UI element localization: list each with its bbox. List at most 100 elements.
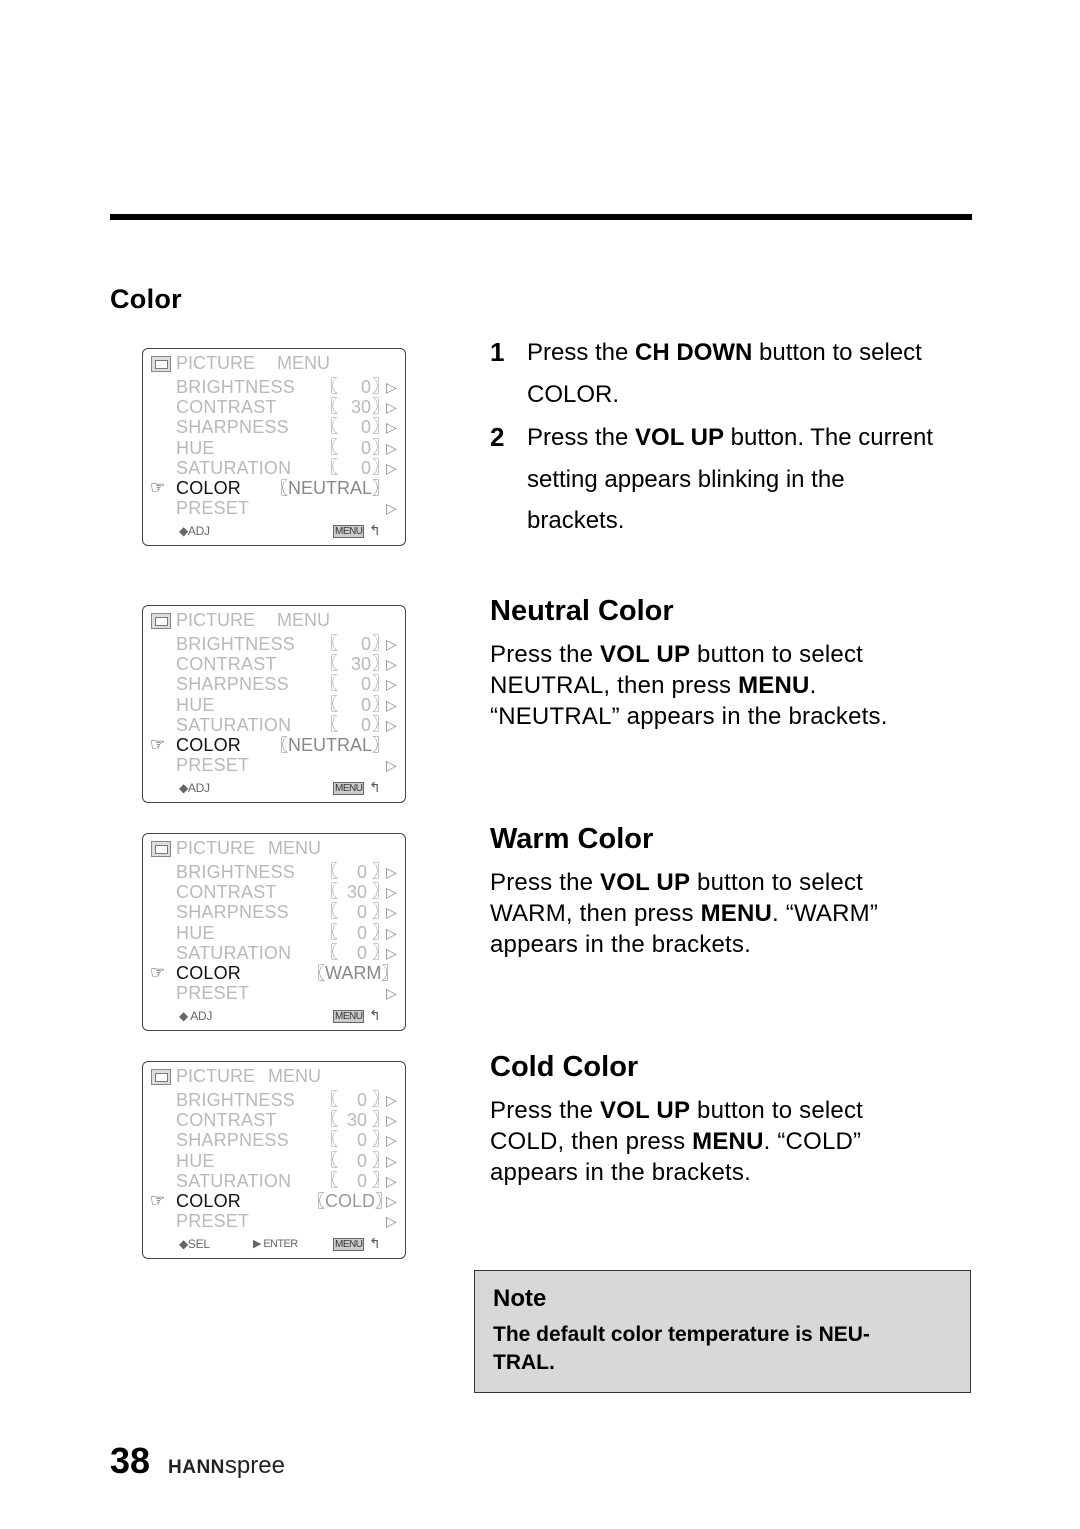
osd-text: BRIGHTNESS bbox=[176, 634, 296, 654]
paragraph-neutral-color: Press the VOL UP button to select NEUTRA… bbox=[490, 641, 888, 730]
bracket-left: 〖 bbox=[321, 654, 338, 674]
arrow-right-icon: ▷ bbox=[386, 884, 397, 901]
menu-key-icon: MENU bbox=[333, 1238, 365, 1251]
arrow-right-icon: ▷ bbox=[386, 944, 397, 961]
osd-text: 〖 bbox=[271, 479, 288, 498]
step-text: Press the VOL UP button. The current set… bbox=[527, 424, 933, 534]
bracket-left: 〖 bbox=[321, 902, 338, 922]
osd-row-sharpness: SHARPNESS 〖 0 〗 ▷ bbox=[143, 417, 405, 437]
arrow-right-icon: ▷ bbox=[386, 636, 397, 652]
paragraph-warm-color: Press the VOL UP button to select WARM, … bbox=[490, 869, 879, 958]
osd-hint-adjust: ◆ADJ bbox=[179, 524, 210, 538]
osd-row-sharpness: SHARPNESS 〖 0 〗 ▷ bbox=[143, 674, 405, 694]
osd-text: PRESET bbox=[176, 755, 250, 776]
picture-icon bbox=[151, 1069, 171, 1085]
arrow-right-icon: ▷ bbox=[386, 864, 397, 880]
bracket-left: 〖 bbox=[321, 377, 338, 396]
osd-text: 〖 bbox=[271, 736, 288, 755]
step-number: 2 bbox=[490, 422, 505, 452]
osd-title: PICTURE MENU bbox=[176, 610, 330, 630]
osd-text: COLOR bbox=[176, 1191, 242, 1211]
osd-value: 0 bbox=[356, 1170, 367, 1191]
osd-text: 〗 bbox=[381, 964, 399, 983]
osd-row-color: ☞ COLOR 〖COLD〗 ▷ bbox=[143, 1191, 405, 1211]
osd-text: PRESET bbox=[176, 498, 250, 519]
arrow-right-icon: ▷ bbox=[386, 1213, 397, 1230]
osd-text: 〖 bbox=[308, 964, 325, 983]
osd-value: 0 bbox=[360, 417, 371, 438]
osd-text: CONTRAST bbox=[176, 654, 277, 675]
osd-row-contrast: CONTRAST 〖 30 〗 ▷ bbox=[143, 1110, 405, 1130]
osd-row-brightness: BRIGHTNESS 〖 0 〗 ▷ bbox=[143, 862, 405, 882]
osd-value: 30 bbox=[350, 654, 371, 675]
osd-text: PICTURE bbox=[176, 353, 256, 373]
header-rule bbox=[110, 214, 972, 220]
section-title: Color bbox=[110, 284, 182, 314]
arrow-right-icon: ▷ bbox=[386, 439, 397, 456]
step-number: 1 bbox=[490, 337, 505, 367]
step-text: Press the CH DOWN button to select COLOR… bbox=[527, 339, 922, 408]
osd-value: 0 bbox=[356, 922, 367, 943]
osd-value: 0 bbox=[360, 437, 371, 458]
arrow-right-icon: ▷ bbox=[386, 1152, 397, 1169]
bracket-left: 〖 bbox=[321, 397, 338, 417]
arrow-right-icon: ▷ bbox=[386, 676, 397, 693]
color-value: 〖WARM〗 bbox=[308, 963, 398, 984]
osd-text: SHARPNESS bbox=[176, 902, 289, 923]
osd-text: MENU bbox=[268, 838, 321, 858]
osd-text: COLOR bbox=[176, 735, 242, 755]
arrow-right-icon: ▷ bbox=[386, 379, 397, 395]
arrow-right-icon: ▷ bbox=[386, 459, 397, 476]
osd-text: BRIGHTNESS bbox=[176, 377, 296, 397]
osd-text: HUE bbox=[176, 694, 215, 715]
osd-title: PICTURE MENU bbox=[176, 353, 330, 373]
note-body: The default color temperature is NEU- TR… bbox=[493, 1323, 870, 1374]
osd-row-brightness: BRIGHTNESS 〖 0 〗 ▷ bbox=[143, 377, 405, 397]
osd-row-hue: HUE 〖 0 〗 ▷ bbox=[143, 923, 405, 943]
osd-row-contrast: CONTRAST 〖 30 〗 ▷ bbox=[143, 654, 405, 674]
osd-text: SHARPNESS bbox=[176, 674, 289, 695]
pointing-hand-icon: ☞ bbox=[150, 963, 166, 982]
osd-title-row: PICTURE MENU bbox=[143, 838, 405, 858]
osd-row-preset: PRESET ▷ bbox=[143, 755, 405, 775]
paragraph-cold-color: Press the VOL UP button to select COLD, … bbox=[490, 1097, 864, 1186]
arrow-right-icon: ▷ bbox=[386, 716, 397, 733]
color-value: 〖NEUTRAL〗 bbox=[271, 735, 389, 756]
osd-text: PRESET bbox=[176, 1211, 250, 1232]
osd-title-row: PICTURE MENU bbox=[143, 1066, 405, 1086]
bracket-left: 〖 bbox=[321, 862, 338, 881]
picture-icon bbox=[151, 841, 171, 857]
osd-row-contrast: CONTRAST 〖 30 〗 ▷ bbox=[143, 397, 405, 417]
arrow-right-icon: ▷ bbox=[386, 419, 397, 436]
osd-row-color: ☞ COLOR 〖NEUTRAL〗 bbox=[143, 735, 405, 755]
osd-row-sharpness: SHARPNESS 〖 0 〗 ▷ bbox=[143, 902, 405, 922]
arrow-right-icon: ▷ bbox=[386, 399, 397, 416]
arrow-right-icon: ▷ bbox=[386, 1172, 397, 1189]
bracket-left: 〖 bbox=[321, 1110, 338, 1130]
color-value: 〖NEUTRAL〗 bbox=[271, 478, 389, 499]
osd-text: SHARPNESS bbox=[176, 1130, 289, 1151]
osd-text: CONTRAST bbox=[176, 397, 277, 418]
bracket-left: 〖 bbox=[321, 694, 338, 714]
osd-text: MENU bbox=[277, 353, 330, 373]
osd-footer: ◆ ADJ MENU ↰ bbox=[143, 1007, 405, 1025]
osd-menu-panel: PICTURE MENU BRIGHTNESS 〖 0 〗 ▷ CONTRAST 〖 30 〗 ▷ SH… bbox=[142, 1061, 406, 1259]
osd-value: 0 bbox=[356, 1150, 367, 1171]
osd-text: CONTRAST bbox=[176, 882, 277, 903]
osd-value: 0 bbox=[360, 377, 371, 397]
osd-text: PICTURE bbox=[176, 838, 256, 858]
osd-row-saturation: SATURATION 〖 0 〗 ▷ bbox=[143, 458, 405, 478]
osd-text: 〗 bbox=[372, 736, 390, 755]
page-number: 38 bbox=[110, 1440, 151, 1481]
osd-row-preset: PRESET ▷ bbox=[143, 983, 405, 1003]
bracket-left: 〖 bbox=[321, 714, 338, 734]
osd-menu-panel: PICTURE MENU BRIGHTNESS 〖 0 〗 ▷ CONTRAST 〖 30 〗 ▷ SH… bbox=[142, 833, 406, 1031]
osd-text: SATURATION bbox=[176, 1170, 292, 1191]
arrow-right-icon: ▷ bbox=[386, 757, 397, 774]
osd-row-preset: PRESET ▷ bbox=[143, 498, 405, 518]
osd-value: 0 bbox=[360, 457, 371, 478]
osd-value: 0 bbox=[360, 674, 371, 695]
osd-hint-enter: ▶ ENTER bbox=[253, 1238, 298, 1250]
pointing-hand-icon: ☞ bbox=[150, 735, 166, 754]
bracket-left: 〖 bbox=[321, 1130, 338, 1150]
